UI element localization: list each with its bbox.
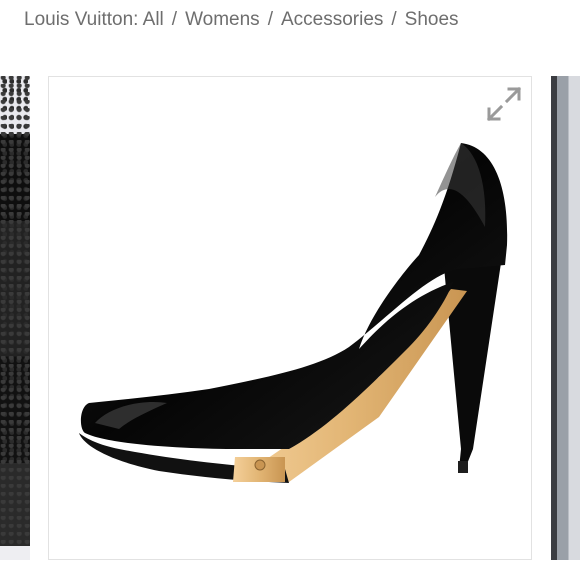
expand-arrows-icon[interactable]: [483, 83, 525, 125]
next-image-thumbnail[interactable]: [551, 76, 580, 560]
breadcrumb-item-accessories[interactable]: Accessories: [281, 9, 383, 31]
product-image: [79, 143, 508, 483]
heel-tip: [458, 461, 468, 473]
breadcrumb-separator: /: [171, 9, 178, 30]
thumbnail-gap: [0, 546, 30, 560]
breadcrumb-item-womens[interactable]: Womens: [185, 9, 260, 31]
breadcrumb-separator: /: [391, 9, 397, 30]
breadcrumb: Louis Vuitton: All / Womens / Accessorie…: [24, 8, 459, 32]
product-image-card[interactable]: [48, 76, 532, 560]
previous-image-content: [0, 76, 30, 560]
expand-arrows-glyph: [486, 86, 522, 122]
bottom-spacer: [0, 560, 580, 580]
breadcrumb-item-brand[interactable]: Louis Vuitton: All: [24, 9, 164, 31]
breadcrumb-item-shoes[interactable]: Shoes: [405, 9, 459, 31]
previous-image-thumbnail[interactable]: [0, 76, 30, 560]
breadcrumb-separator: /: [267, 9, 273, 30]
screw-detail: [254, 459, 266, 471]
